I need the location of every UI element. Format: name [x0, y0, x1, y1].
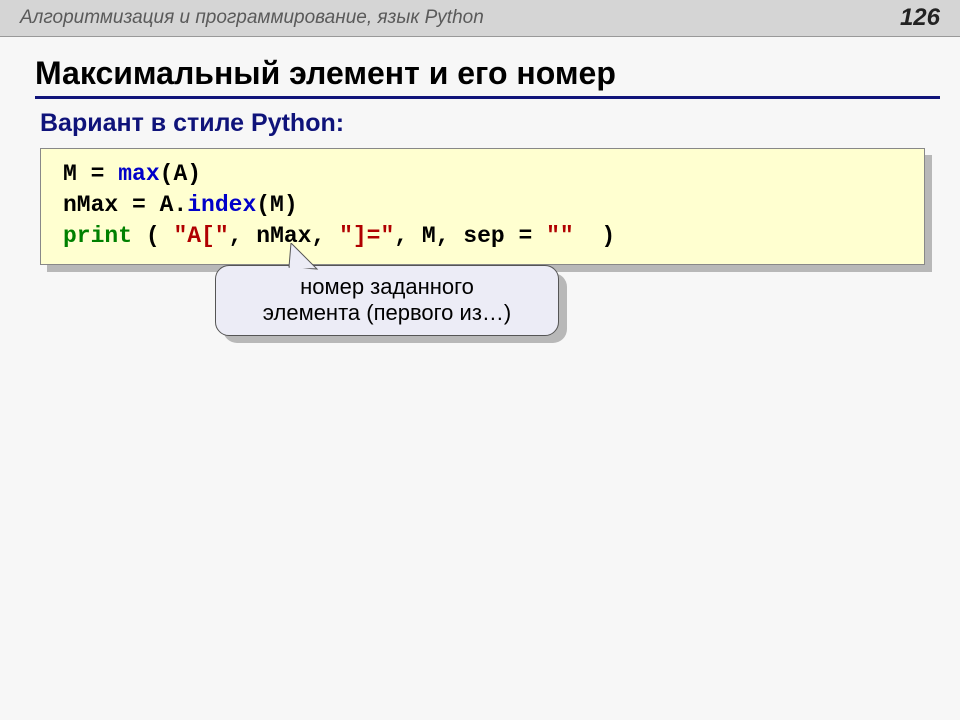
slide-title: Максимальный элемент и его номер	[35, 55, 940, 99]
code-l3-str2: "]="	[339, 223, 394, 249]
code-l3-h: )	[574, 223, 615, 249]
code-l2-a: nMax = A.	[63, 192, 187, 218]
code-block: M = max(A) nMax = A.index(M) print ( "A[…	[40, 148, 925, 265]
code-l1-c: (A)	[160, 161, 201, 187]
callout-line2: элемента (первого из…)	[234, 300, 540, 326]
code-l3-b: (	[132, 223, 173, 249]
code-l2-index: index	[187, 192, 256, 218]
code-l1-a: M =	[63, 161, 118, 187]
callout-line1: номер заданного	[234, 274, 540, 300]
code-l3-str3: ""	[546, 223, 574, 249]
course-title: Алгоритмизация и программирование, язык …	[20, 7, 484, 29]
code-l3-str1: "A["	[173, 223, 228, 249]
code-l1-max: max	[118, 161, 159, 187]
slide-subtitle: Вариант в стиле Python:	[40, 109, 940, 138]
code-l2-c: (M)	[256, 192, 297, 218]
callout-box: номер заданного элемента (первого из…)	[215, 265, 559, 336]
page-number: 126	[900, 4, 940, 32]
header-bar: Алгоритмизация и программирование, язык …	[0, 0, 960, 37]
callout-wrapper: номер заданного элемента (первого из…)	[215, 265, 559, 336]
code-l3-print: print	[63, 223, 132, 249]
code-l3-f: , M, sep =	[394, 223, 546, 249]
code-block-wrapper: M = max(A) nMax = A.index(M) print ( "A[…	[40, 148, 925, 265]
